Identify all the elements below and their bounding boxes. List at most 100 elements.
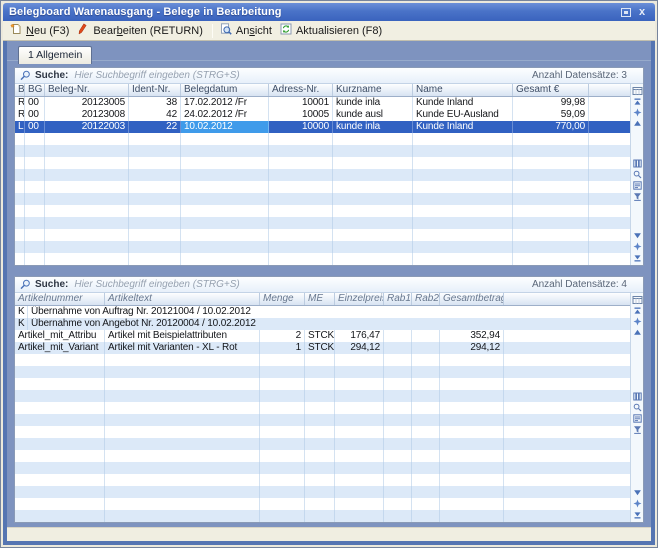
column-settings-icon[interactable] (632, 391, 643, 402)
cell (412, 498, 440, 510)
column-header[interactable]: Ident-Nr. (129, 84, 181, 96)
table-row-empty[interactable] (15, 402, 630, 414)
cell (269, 181, 333, 193)
cell: Artikel_mit_Variant (15, 342, 105, 354)
title-bar[interactable]: Belegboard Warenausgang - Belege in Bear… (3, 3, 655, 21)
cell-filler (504, 438, 630, 450)
table-row-empty[interactable] (15, 157, 630, 169)
close-icon[interactable]: x (635, 6, 649, 18)
table-row-empty[interactable] (15, 229, 630, 241)
column-header[interactable]: Name (413, 84, 513, 96)
table-row[interactable]: Artikel_mit_AttribuArtikel mit Beispiela… (15, 330, 630, 342)
row-up-icon[interactable] (632, 107, 643, 118)
column-header[interactable]: Rab2% (412, 293, 440, 305)
table-row-empty[interactable] (15, 498, 630, 510)
column-header[interactable]: Einzelpreis (335, 293, 384, 305)
scroll-top-icon[interactable] (632, 305, 643, 316)
table-search-bar[interactable]: Suche:Hier Suchbegriff eingeben (STRG+S)… (15, 277, 643, 293)
search-zoom-icon[interactable] (632, 169, 643, 180)
table-row-empty[interactable] (15, 378, 630, 390)
table-row-empty[interactable] (15, 462, 630, 474)
cell-filler (589, 97, 630, 109)
table-row-empty[interactable] (15, 414, 630, 426)
column-header[interactable]: Menge (260, 293, 305, 305)
table-search-bar[interactable]: Suche:Hier Suchbegriff eingeben (STRG+S)… (15, 68, 643, 84)
table-row-empty[interactable] (15, 217, 630, 229)
cell (440, 450, 504, 462)
search-zoom-icon[interactable] (632, 402, 643, 413)
table-row-empty[interactable] (15, 133, 630, 145)
table-row-empty[interactable] (15, 510, 630, 522)
table-row-empty[interactable] (15, 426, 630, 438)
window-title: Belegboard Warenausgang - Belege in Bear… (9, 6, 617, 18)
cell-filler (589, 229, 630, 241)
cell (260, 378, 305, 390)
tab-allgemein[interactable]: 1 Allgemein (18, 46, 92, 64)
column-header[interactable]: Kurzname (333, 84, 413, 96)
scroll-bottom-icon[interactable] (632, 252, 643, 263)
column-header[interactable]: Gesamtbetrag (440, 293, 504, 305)
filter-icon[interactable] (632, 191, 643, 202)
column-header[interactable]: Belegdatum (181, 84, 269, 96)
table-row-empty[interactable] (15, 193, 630, 205)
column-header[interactable]: BG (25, 84, 45, 96)
toolbar-button-label: Ansicht (236, 25, 272, 37)
table-row[interactable]: KÜbernahme von Angebot Nr. 20120004 / 10… (15, 318, 630, 330)
table-row-empty[interactable] (15, 390, 630, 402)
cell (105, 390, 260, 402)
toolbar-button-ansicht[interactable]: Ansicht (217, 22, 277, 39)
column-chooser-icon[interactable] (632, 85, 643, 96)
column-header[interactable]: Artikelnummer (15, 293, 105, 305)
table-row-empty[interactable] (15, 145, 630, 157)
column-header[interactable]: ME (305, 293, 335, 305)
column-header[interactable]: Gesamt € (513, 84, 589, 96)
table-row-empty[interactable] (15, 241, 630, 253)
table-row-empty[interactable] (15, 438, 630, 450)
cell (384, 498, 412, 510)
table-row[interactable]: KÜbernahme von Auftrag Nr. 20121004 / 10… (15, 306, 630, 318)
page-down-icon[interactable] (632, 487, 643, 498)
column-settings-icon[interactable] (632, 158, 643, 169)
cell (25, 133, 45, 145)
table-row[interactable]: R00201230053817.02.2012 /Fr10001kunde in… (15, 97, 630, 109)
table-row-empty[interactable] (15, 205, 630, 217)
row-down-icon[interactable] (632, 241, 643, 252)
scroll-bottom-icon[interactable] (632, 509, 643, 520)
table-row[interactable]: R00201230084224.02.2012 /Fr10005kunde au… (15, 109, 630, 121)
table-row-empty[interactable] (15, 366, 630, 378)
column-header[interactable]: B (15, 84, 25, 96)
table-row-empty[interactable] (15, 450, 630, 462)
table-row-empty[interactable] (15, 181, 630, 193)
cell: 00 (25, 121, 45, 133)
column-chooser-icon[interactable] (632, 294, 643, 305)
page-up-icon[interactable] (632, 327, 643, 338)
toolbar-button-aktualisieren-f8[interactable]: Aktualisieren (F8) (277, 22, 387, 39)
numbering-icon[interactable] (632, 180, 643, 191)
row-up-icon[interactable] (632, 316, 643, 327)
page-up-icon[interactable] (632, 118, 643, 129)
cell (15, 486, 105, 498)
column-header[interactable]: Rab1% (384, 293, 412, 305)
table-row-empty[interactable] (15, 486, 630, 498)
cell (15, 181, 25, 193)
toolbar-button-neu-f3[interactable]: Neu (F3) (7, 22, 74, 39)
row-down-icon[interactable] (632, 498, 643, 509)
column-header[interactable]: Beleg-Nr. (45, 84, 129, 96)
table-row-empty[interactable] (15, 354, 630, 366)
table-row-selected[interactable]: L00201220032210.02.201210000kunde inlaKu… (15, 121, 630, 133)
scroll-top-icon[interactable] (632, 96, 643, 107)
page-down-icon[interactable] (632, 230, 643, 241)
column-header[interactable]: Artikeltext (105, 293, 260, 305)
cell (105, 438, 260, 450)
table-row-empty[interactable] (15, 474, 630, 486)
table-row-empty[interactable] (15, 169, 630, 181)
column-header[interactable]: Adress-Nr. (269, 84, 333, 96)
table-row-empty[interactable] (15, 253, 630, 265)
filter-icon[interactable] (632, 424, 643, 435)
cell (15, 205, 25, 217)
numbering-icon[interactable] (632, 413, 643, 424)
toolbar-button-bearbeiten-return[interactable]: Bearbeiten (RETURN) (74, 22, 207, 39)
float-window-icon[interactable] (619, 6, 633, 18)
table-row[interactable]: Artikel_mit_VariantArtikel mit Varianten… (15, 342, 630, 354)
cell: 1 (260, 342, 305, 354)
